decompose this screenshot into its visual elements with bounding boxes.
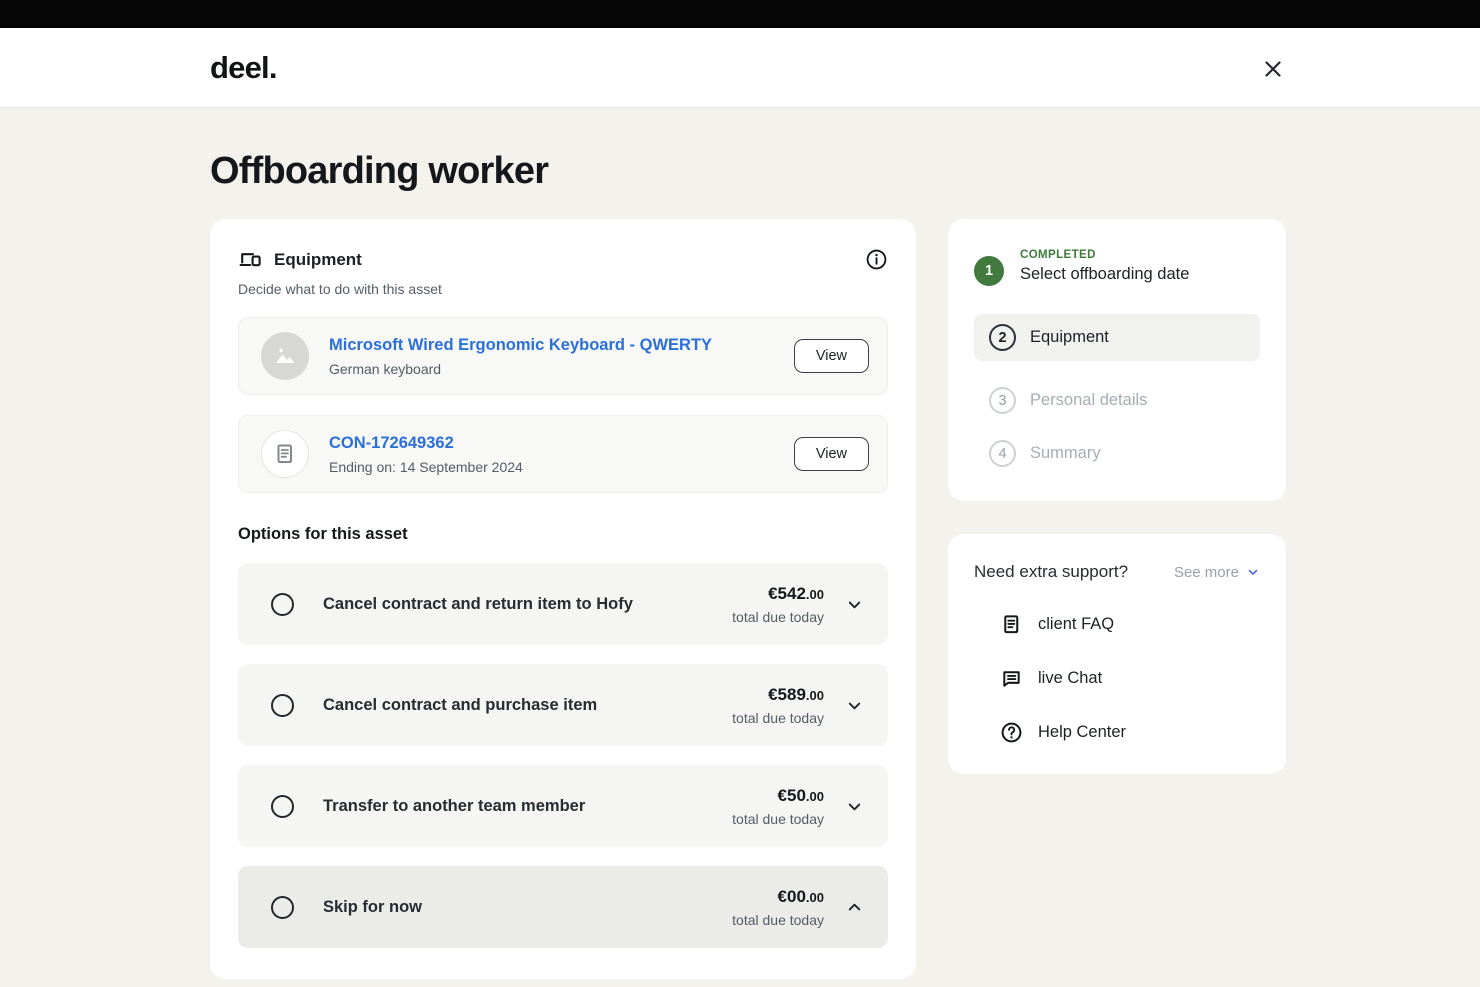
option-skip-for-now[interactable]: Skip for now €00.00 total due today	[238, 866, 888, 948]
step-summary: 4 Summary	[974, 440, 1260, 467]
help-circle-icon	[1000, 721, 1023, 744]
option-purchase-item[interactable]: Cancel contract and purchase item €589.0…	[238, 664, 888, 746]
support-item-label: live Chat	[1038, 669, 1102, 688]
step-number-badge: 2	[989, 324, 1016, 351]
option-transfer-team-member[interactable]: Transfer to another team member €50.00 t…	[238, 765, 888, 847]
modal-header: deel.	[0, 28, 1480, 108]
image-placeholder-icon	[261, 332, 309, 380]
step-label: Summary	[1030, 444, 1101, 463]
step-number-badge: 4	[989, 440, 1016, 467]
devices-icon	[238, 247, 263, 272]
top-black-bar	[0, 0, 1480, 28]
step-label: Select offboarding date	[1020, 265, 1189, 284]
close-button[interactable]	[1260, 56, 1286, 82]
card-subtitle: Decide what to do with this asset	[238, 281, 888, 297]
support-item-label: client FAQ	[1038, 615, 1114, 634]
price-note: total due today	[732, 710, 824, 726]
support-card: Need extra support? See more	[948, 534, 1286, 774]
price-block: €542.00 total due today	[732, 584, 824, 625]
step-label: Equipment	[1030, 328, 1109, 347]
options-heading: Options for this asset	[238, 525, 888, 544]
document-icon	[261, 430, 309, 478]
price-note: total due today	[732, 609, 824, 625]
chevron-up-icon[interactable]	[845, 898, 864, 917]
step-label: Personal details	[1030, 391, 1147, 410]
view-asset-button[interactable]: View	[794, 339, 869, 373]
radio-button[interactable]	[271, 694, 294, 717]
chevron-down-icon	[1246, 565, 1260, 579]
option-label: Transfer to another team member	[323, 797, 585, 816]
price-amount: €589	[768, 685, 806, 704]
equipment-card: Equipment Decide what to do with this as…	[210, 219, 916, 979]
chevron-down-icon[interactable]	[845, 797, 864, 816]
info-icon[interactable]	[865, 248, 888, 271]
step-number-badge: 3	[989, 387, 1016, 414]
asset-row: Microsoft Wired Ergonomic Keyboard - QWE…	[238, 317, 888, 395]
price-block: €50.00 total due today	[732, 786, 824, 827]
close-icon	[1261, 57, 1285, 81]
see-more-button[interactable]: See more	[1174, 564, 1260, 581]
card-title: Equipment	[274, 250, 362, 270]
price-amount: €00	[778, 887, 806, 906]
asset-row: CON-172649362 Ending on: 14 September 20…	[238, 415, 888, 493]
chat-icon	[1000, 667, 1023, 690]
asset-description: German keyboard	[329, 361, 712, 377]
see-more-label: See more	[1174, 564, 1239, 581]
option-label: Cancel contract and return item to Hofy	[323, 595, 633, 614]
price-amount: €50	[778, 786, 806, 805]
modal-body: Offboarding worker Equipment	[0, 108, 1480, 979]
option-label: Skip for now	[323, 898, 422, 917]
price-note: total due today	[732, 912, 824, 928]
support-item-help-center[interactable]: Help Center	[1000, 721, 1260, 744]
support-item-label: Help Center	[1038, 723, 1126, 742]
option-return-to-hofy[interactable]: Cancel contract and return item to Hofy …	[238, 563, 888, 645]
step-select-offboarding-date[interactable]: 1 COMPLETED Select offboarding date	[974, 249, 1260, 286]
support-item-client-faq[interactable]: client FAQ	[1000, 613, 1260, 636]
price-note: total due today	[732, 811, 824, 827]
chevron-down-icon[interactable]	[845, 595, 864, 614]
price-amount: €542	[768, 584, 806, 603]
step-number-badge: 1	[974, 256, 1004, 286]
radio-button[interactable]	[271, 896, 294, 919]
contract-link[interactable]: CON-172649362	[329, 434, 523, 453]
support-item-live-chat[interactable]: live Chat	[1000, 667, 1260, 690]
support-title: Need extra support?	[974, 562, 1128, 582]
step-equipment[interactable]: 2 Equipment	[974, 314, 1260, 361]
radio-button[interactable]	[271, 795, 294, 818]
option-label: Cancel contract and purchase item	[323, 696, 597, 715]
step-status: COMPLETED	[1020, 249, 1189, 261]
chevron-down-icon[interactable]	[845, 696, 864, 715]
document-icon	[1000, 613, 1023, 636]
price-block: €589.00 total due today	[732, 685, 824, 726]
radio-button[interactable]	[271, 593, 294, 616]
asset-name-link[interactable]: Microsoft Wired Ergonomic Keyboard - QWE…	[329, 336, 712, 355]
step-personal-details: 3 Personal details	[974, 387, 1260, 414]
steps-card: 1 COMPLETED Select offboarding date 2 Eq…	[948, 219, 1286, 501]
deel-logo: deel.	[210, 50, 277, 86]
right-column: 1 COMPLETED Select offboarding date 2 Eq…	[948, 219, 1286, 774]
price-block: €00.00 total due today	[732, 887, 824, 928]
view-contract-button[interactable]: View	[794, 437, 869, 471]
asset-description: Ending on: 14 September 2024	[329, 459, 523, 475]
page-title: Offboarding worker	[210, 150, 1480, 193]
